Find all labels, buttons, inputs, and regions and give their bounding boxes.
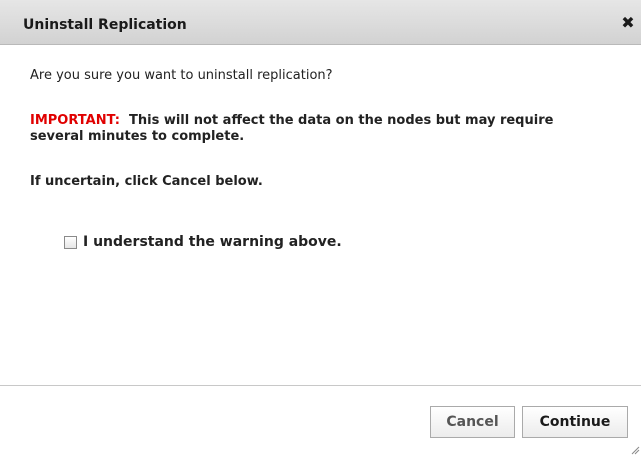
acknowledge-row[interactable]: I understand the warning above. bbox=[64, 233, 342, 251]
close-icon[interactable]: ✖ bbox=[621, 15, 635, 31]
resize-grip-icon[interactable] bbox=[630, 445, 640, 455]
dialog-titlebar: Uninstall Replication ✖ bbox=[0, 0, 641, 45]
important-label: IMPORTANT: bbox=[30, 113, 120, 128]
dialog-title: Uninstall Replication bbox=[23, 17, 187, 33]
important-warning: IMPORTANT: This will not affect the data… bbox=[30, 113, 590, 145]
cancel-button[interactable]: Cancel bbox=[430, 406, 515, 438]
continue-button[interactable]: Continue bbox=[522, 406, 628, 438]
confirmation-question: Are you sure you want to uninstall repli… bbox=[30, 68, 333, 83]
uninstall-replication-dialog: Uninstall Replication ✖ Are you sure you… bbox=[0, 0, 641, 456]
acknowledge-checkbox[interactable] bbox=[64, 235, 77, 249]
uncertain-hint: If uncertain, click Cancel below. bbox=[30, 174, 263, 189]
dialog-content: Are you sure you want to uninstall repli… bbox=[0, 45, 641, 385]
dialog-footer: Cancel Continue bbox=[0, 385, 641, 456]
acknowledge-label[interactable]: I understand the warning above. bbox=[83, 234, 342, 250]
